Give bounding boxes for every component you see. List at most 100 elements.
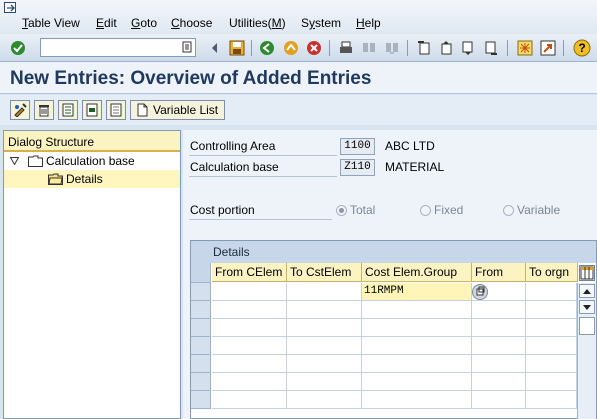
column-header-to-orgn[interactable]: To orgn (526, 263, 578, 282)
table-vertical-scrollbar[interactable] (577, 283, 596, 419)
change-display-icon[interactable] (10, 100, 30, 120)
value-help-icon[interactable] (472, 284, 488, 300)
table-cell[interactable] (526, 301, 577, 319)
radio-button-selected[interactable] (336, 204, 347, 216)
table-cell[interactable] (472, 391, 526, 409)
previous-page-icon[interactable] (437, 39, 455, 57)
table-cell[interactable] (287, 355, 362, 373)
table-cell[interactable] (287, 319, 362, 337)
table-cell[interactable] (287, 283, 362, 301)
menu-system[interactable]: System (301, 16, 341, 30)
table-cell[interactable] (287, 337, 362, 355)
scroll-thumb[interactable] (579, 317, 595, 335)
row-selector[interactable] (191, 319, 211, 337)
enter-icon[interactable] (9, 39, 27, 57)
save-icon[interactable] (228, 39, 246, 57)
collapse-toolbar-icon[interactable] (206, 39, 224, 57)
variable-list-label: Variable List (153, 103, 219, 117)
command-history-icon[interactable] (182, 41, 192, 56)
scroll-up-icon[interactable] (579, 284, 595, 298)
table-cell[interactable] (362, 301, 472, 319)
table-cell[interactable] (287, 301, 362, 319)
table-settings-icon[interactable] (579, 265, 595, 281)
menu-edit[interactable]: Edit (96, 16, 117, 30)
table-cell[interactable] (287, 373, 362, 391)
print-icon[interactable] (337, 39, 355, 57)
table-cell[interactable] (212, 373, 287, 391)
table-cell[interactable] (526, 391, 577, 409)
row-selector[interactable] (191, 355, 211, 373)
exit-icon[interactable] (282, 39, 300, 57)
radio-total[interactable]: Total (336, 203, 375, 217)
radio-button[interactable] (503, 204, 514, 216)
select-block-icon[interactable] (82, 100, 102, 120)
select-all-icon[interactable] (58, 100, 78, 120)
table-cell[interactable] (212, 337, 287, 355)
row-selector[interactable] (191, 283, 211, 301)
table-cell[interactable] (287, 391, 362, 409)
select-all-rows-cell[interactable] (191, 263, 211, 283)
variable-list-button[interactable]: Variable List (130, 100, 226, 120)
table-cell[interactable] (472, 283, 526, 301)
table-cell[interactable] (362, 319, 472, 337)
table-cell[interactable] (212, 355, 287, 373)
tree-item-details[interactable]: Details (4, 170, 180, 188)
column-header-from[interactable]: From (472, 263, 526, 282)
cancel-icon[interactable] (305, 39, 323, 57)
calculation-base-field: Z110 (340, 159, 375, 176)
next-page-icon[interactable] (459, 39, 477, 57)
table-cell[interactable] (212, 391, 287, 409)
menu-help[interactable]: Help (356, 16, 381, 30)
table-cell[interactable] (362, 355, 472, 373)
column-header-cost-elem-group[interactable]: Cost Elem.Group (362, 263, 472, 282)
row-selector[interactable] (191, 373, 211, 391)
table-cell[interactable] (526, 355, 577, 373)
title-bar: New Entries: Overview of Added Entries (0, 62, 597, 94)
shortcut-icon[interactable] (539, 39, 557, 57)
scroll-down-icon[interactable] (579, 300, 595, 314)
table-cell[interactable] (472, 373, 526, 391)
deselect-all-icon[interactable] (106, 100, 126, 120)
table-cell[interactable] (472, 355, 526, 373)
help-icon[interactable]: ? (573, 39, 591, 57)
table-cell[interactable] (472, 319, 526, 337)
table-cell[interactable] (362, 337, 472, 355)
svg-text:?: ? (578, 41, 585, 55)
create-session-icon[interactable] (516, 39, 534, 57)
radio-variable[interactable]: Variable (503, 203, 560, 217)
table-cell[interactable] (362, 373, 472, 391)
column-header-from-celem[interactable]: From CElem (212, 263, 287, 282)
system-menu-icon[interactable] (4, 2, 18, 14)
radio-button[interactable] (420, 204, 431, 216)
command-input[interactable] (41, 39, 177, 56)
open-folder-icon (48, 173, 63, 185)
radio-fixed[interactable]: Fixed (420, 203, 463, 217)
column-header-to-cstelem[interactable]: To CstElem (287, 263, 362, 282)
table-cell[interactable] (526, 337, 577, 355)
row-selector[interactable] (191, 337, 211, 355)
details-table-title: Details (191, 241, 596, 263)
cost-elem-group-input[interactable]: 11RMPM (362, 283, 472, 301)
table-cell[interactable] (472, 301, 526, 319)
expand-triangle-icon[interactable] (10, 157, 19, 165)
table-cell[interactable] (472, 337, 526, 355)
menu-choose[interactable]: Choose (171, 16, 212, 30)
last-page-icon[interactable] (482, 39, 500, 57)
table-cell[interactable] (526, 319, 577, 337)
menu-table-view[interactable]: Table View (22, 16, 80, 30)
menu-utilities[interactable]: Utilities(M) (229, 16, 286, 30)
row-selector[interactable] (191, 301, 211, 319)
back-icon[interactable] (258, 39, 276, 57)
row-selector[interactable] (191, 391, 211, 409)
table-cell[interactable] (212, 319, 287, 337)
table-cell[interactable] (526, 283, 577, 301)
table-cell[interactable] (362, 391, 472, 409)
table-cell[interactable] (526, 373, 577, 391)
menu-goto[interactable]: Goto (131, 16, 157, 30)
table-cell[interactable] (212, 301, 287, 319)
delete-icon[interactable] (34, 100, 54, 120)
tree-item-calculation-base[interactable]: Calculation base (4, 152, 180, 170)
first-page-icon[interactable] (415, 39, 433, 57)
table-cell[interactable] (212, 283, 287, 301)
command-field[interactable] (40, 38, 196, 57)
